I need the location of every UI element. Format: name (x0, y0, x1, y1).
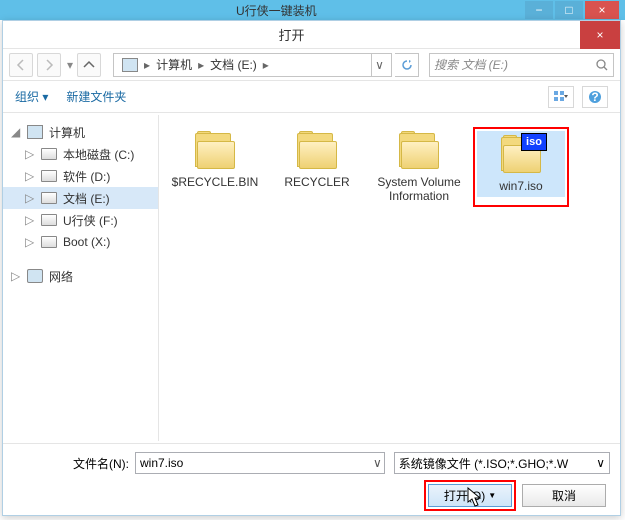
dropdown-icon: ∨ (596, 456, 605, 470)
tree-drive-c[interactable]: ▷ 本地磁盘 (C:) (3, 143, 158, 165)
breadcrumb-sep-icon: ▸ (261, 58, 271, 72)
drive-icon (41, 214, 57, 226)
tree-label: 软件 (D:) (63, 168, 110, 185)
file-label: $RECYCLE.BIN (172, 175, 259, 189)
help-button[interactable]: ? (582, 86, 608, 108)
drive-icon (41, 192, 57, 204)
tree-computer[interactable]: ◢ 计算机 (3, 121, 158, 143)
drive-icon (41, 170, 57, 182)
breadcrumb-current[interactable]: 文档 (E:) (206, 56, 261, 73)
tree-label: 文档 (E:) (63, 190, 110, 207)
organize-menu[interactable]: 组织 ▾ (15, 88, 48, 105)
expander-icon[interactable]: ▷ (25, 235, 35, 249)
close-icon: × (596, 28, 603, 42)
breadcrumb-dropdown-icon[interactable]: ∨ (371, 54, 387, 76)
breadcrumb-root[interactable]: 计算机 (152, 56, 196, 73)
tree-drive-d[interactable]: ▷ 软件 (D:) (3, 165, 158, 187)
file-item-folder[interactable]: RECYCLER (269, 127, 365, 207)
recent-dropdown-icon[interactable]: ▾ (67, 58, 73, 72)
search-placeholder: 搜索 文档 (E:) (434, 56, 595, 73)
drive-icon (41, 148, 57, 160)
tree-label: U行侠 (F:) (63, 212, 118, 229)
bg-maximize-button[interactable]: □ (555, 1, 583, 19)
file-label: win7.iso (499, 179, 542, 193)
refresh-icon (401, 59, 413, 71)
folder-icon (395, 131, 443, 171)
tree-label: 本地磁盘 (C:) (63, 146, 134, 163)
button-row: 打开(O) ▼ 取消 (13, 484, 610, 507)
file-item-folder[interactable]: System Volume Information (371, 127, 467, 207)
filetype-label: 系统镜像文件 (*.ISO;*.GHO;*.W (399, 455, 568, 472)
breadcrumb-sep-icon: ▸ (142, 58, 152, 72)
svg-text:?: ? (591, 90, 598, 104)
drive-icon (41, 236, 57, 248)
filename-dropdown-icon[interactable]: ∨ (373, 456, 382, 470)
cancel-button-label: 取消 (552, 487, 576, 504)
bg-minimize-button[interactable]: − (525, 1, 553, 19)
arrow-up-icon (83, 59, 95, 71)
expander-icon[interactable]: ▷ (25, 147, 35, 161)
filename-label: 文件名(N): (13, 455, 129, 472)
open-button[interactable]: 打开(O) ▼ (428, 484, 512, 507)
dialog-bottom-panel: 文件名(N): ∨ 系统镜像文件 (*.ISO;*.GHO;*.W ∨ 打开(O… (3, 443, 620, 515)
dialog-title: 打开 (3, 25, 580, 44)
expander-icon[interactable]: ◢ (11, 125, 21, 139)
view-icon (553, 90, 569, 104)
iso-badge: iso (521, 133, 547, 151)
nav-back-button[interactable] (9, 53, 33, 77)
expander-icon[interactable]: ▷ (11, 269, 21, 283)
tree-drive-f[interactable]: ▷ U行侠 (F:) (3, 209, 158, 231)
search-icon (595, 58, 609, 72)
filename-row: 文件名(N): ∨ 系统镜像文件 (*.ISO;*.GHO;*.W ∨ (13, 452, 610, 474)
search-input[interactable]: 搜索 文档 (E:) (429, 53, 614, 77)
bg-close-button[interactable]: × (585, 1, 619, 19)
dialog-body: ◢ 计算机 ▷ 本地磁盘 (C:) ▷ 软件 (D:) ▷ 文档 (E:) ▷ (3, 115, 620, 441)
nav-up-button[interactable] (77, 53, 101, 77)
toolbar-right: ? (548, 86, 608, 108)
help-icon: ? (588, 90, 602, 104)
folder-icon (191, 131, 239, 171)
breadcrumb[interactable]: ▸ 计算机 ▸ 文档 (E:) ▸ ∨ (113, 53, 392, 77)
filename-input[interactable] (135, 452, 385, 474)
expander-icon[interactable]: ▷ (25, 213, 35, 227)
view-options-button[interactable] (548, 86, 574, 108)
cancel-button[interactable]: 取消 (522, 484, 606, 507)
command-toolbar: 组织 ▾ 新建文件夹 ? (3, 81, 620, 113)
iso-file-icon: iso (497, 135, 545, 175)
folder-icon (293, 131, 341, 171)
arrow-left-icon (15, 59, 27, 71)
open-button-label: 打开(O) (444, 487, 485, 504)
file-label: RECYCLER (284, 175, 349, 189)
nav-forward-button[interactable] (37, 53, 61, 77)
dialog-titlebar: 打开 × (3, 21, 620, 49)
tree-network[interactable]: ▷ 网络 (3, 265, 158, 287)
expander-icon[interactable]: ▷ (25, 169, 35, 183)
folder-tree-sidebar: ◢ 计算机 ▷ 本地磁盘 (C:) ▷ 软件 (D:) ▷ 文档 (E:) ▷ (3, 115, 159, 441)
breadcrumb-sep-icon: ▸ (196, 58, 206, 72)
arrow-right-icon (43, 59, 55, 71)
background-app-titlebar: U行侠一键装机 − □ × (0, 0, 625, 20)
file-list-pane[interactable]: $RECYCLE.BIN RECYCLER System Volume Info… (159, 115, 620, 441)
navigation-toolbar: ▾ ▸ 计算机 ▸ 文档 (E:) ▸ ∨ 搜索 文档 (E:) (3, 49, 620, 81)
tree-drive-e[interactable]: ▷ 文档 (E:) (3, 187, 158, 209)
bg-window-controls: − □ × (525, 1, 619, 19)
file-item-iso-selected[interactable]: iso win7.iso (473, 127, 569, 207)
computer-icon (27, 125, 43, 139)
tree-label: 网络 (49, 268, 73, 285)
tree-label: Boot (X:) (63, 235, 110, 249)
new-folder-button[interactable]: 新建文件夹 (66, 88, 126, 105)
file-item-folder[interactable]: $RECYCLE.BIN (167, 127, 263, 207)
network-icon (27, 269, 43, 283)
expander-icon[interactable]: ▷ (25, 191, 35, 205)
split-dropdown-icon: ▼ (488, 491, 496, 500)
refresh-button[interactable] (395, 53, 419, 77)
bg-title: U行侠一键装机 (236, 2, 317, 19)
file-open-dialog: 打开 × ▾ ▸ 计算机 ▸ 文档 (E:) ▸ ∨ 搜索 文档 (E:) (2, 20, 621, 516)
file-label: System Volume Information (375, 175, 463, 203)
dialog-close-button[interactable]: × (580, 21, 620, 49)
tree-drive-x[interactable]: ▷ Boot (X:) (3, 231, 158, 253)
tree-label: 计算机 (49, 124, 85, 141)
filetype-select[interactable]: 系统镜像文件 (*.ISO;*.GHO;*.W ∨ (394, 452, 610, 474)
computer-icon-small (118, 58, 142, 72)
